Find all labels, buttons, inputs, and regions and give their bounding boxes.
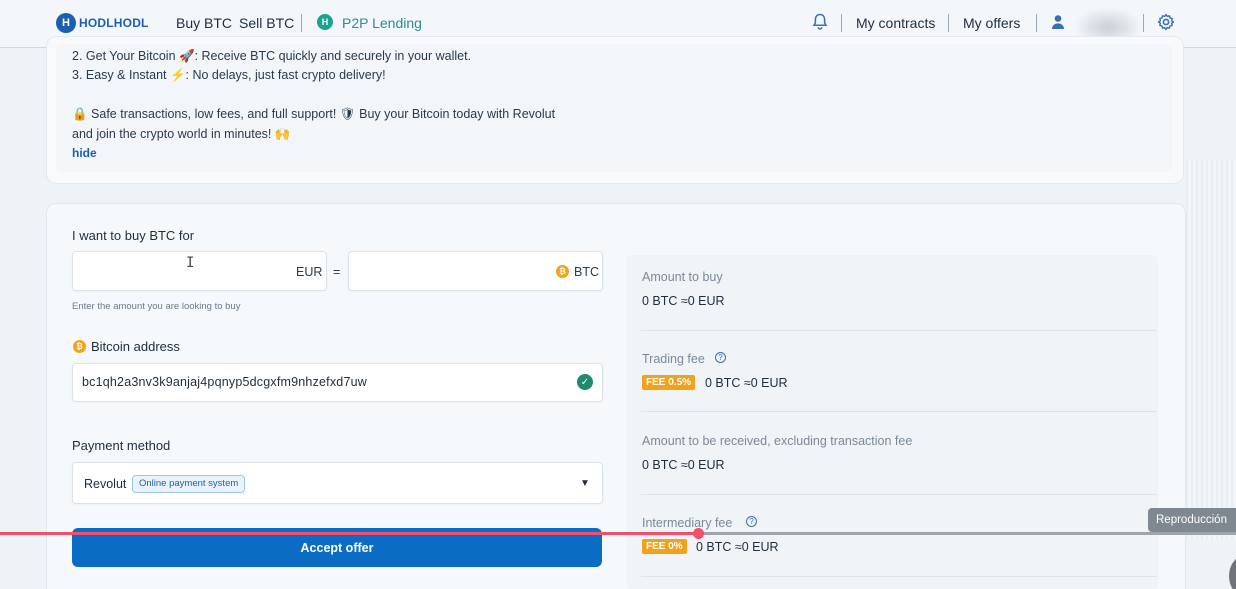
bell-icon[interactable] xyxy=(812,13,828,31)
bitcoin-icon: ₿ xyxy=(556,265,569,278)
video-control-button[interactable] xyxy=(1229,556,1236,589)
trading-fee-badge: FEE 0.5% xyxy=(642,375,696,390)
amount-received-title: Amount to be received, excluding transac… xyxy=(642,434,913,448)
my-offers-link[interactable]: My offers xyxy=(963,15,1020,31)
text-cursor-icon: I xyxy=(186,255,195,271)
nav-divider xyxy=(1036,14,1037,32)
nav-divider xyxy=(1143,14,1144,32)
user-icon[interactable] xyxy=(1051,14,1065,30)
check-icon: ✓ xyxy=(577,374,593,390)
payment-method-value: Revolut xyxy=(84,477,127,491)
summary-divider xyxy=(641,576,1157,577)
summary-divider xyxy=(641,494,1157,495)
summary-divider xyxy=(641,411,1157,412)
amount-received-value: 0 BTC ≈0 EUR xyxy=(642,458,725,472)
gear-icon[interactable] xyxy=(1157,13,1175,31)
logo-text: HODLHODL xyxy=(79,16,149,30)
video-scrubber-handle[interactable] xyxy=(693,528,704,539)
payment-method-label: Payment method xyxy=(72,438,171,453)
trading-fee-value: 0 BTC ≈0 EUR xyxy=(705,376,788,390)
bitcoin-address-value: bc1qh2a3nv3k9anjaj4pqnyp5dcgxfm9nhzefxd7… xyxy=(82,375,367,389)
fiat-amount-input[interactable] xyxy=(72,251,327,291)
bitcoin-address-label: Bitcoin address xyxy=(91,339,180,354)
fiat-currency-label: EUR xyxy=(296,265,323,279)
intermediary-fee-title: Intermediary fee xyxy=(642,516,733,530)
description-line: and join the crypto world in minutes! 🙌 xyxy=(72,127,291,141)
help-icon[interactable]: ? xyxy=(746,516,757,527)
my-contracts-link[interactable]: My contracts xyxy=(856,15,935,31)
summary-divider xyxy=(641,330,1157,331)
intermediary-fee-badge: FEE 0% xyxy=(642,539,687,554)
nav-divider xyxy=(841,14,842,32)
nav-p2p-lending[interactable]: P2P Lending xyxy=(342,15,422,31)
btc-currency-label: BTC xyxy=(574,265,599,279)
video-progress-played[interactable] xyxy=(0,532,698,535)
logo-mark-icon: H xyxy=(56,13,76,33)
chevron-down-icon[interactable]: ▼ xyxy=(580,478,590,489)
help-icon[interactable]: ? xyxy=(715,352,726,363)
video-progress-remaining[interactable] xyxy=(698,532,1236,535)
description-line: 🔒 Safe transactions, low fees, and full … xyxy=(72,107,556,121)
amount-to-buy-title: Amount to buy xyxy=(642,270,723,284)
equals-sign: = xyxy=(333,265,341,279)
trading-fee-title: Trading fee xyxy=(642,352,705,366)
buy-amount-label: I want to buy BTC for xyxy=(72,228,195,243)
bitcoin-icon: ₿ xyxy=(73,340,86,353)
lending-icon: H xyxy=(317,14,333,30)
hide-description-link[interactable]: hide xyxy=(72,146,97,160)
nav-divider xyxy=(301,14,302,32)
video-tooltip: Reproducción xyxy=(1148,508,1236,532)
nav-divider xyxy=(948,14,949,32)
nav-buy-btc[interactable]: Buy BTC xyxy=(176,15,232,31)
amount-to-buy-value: 0 BTC ≈0 EUR xyxy=(642,294,725,308)
background-texture xyxy=(1186,160,1236,540)
description-line: 3. Easy & Instant ⚡: No delays, just fas… xyxy=(72,68,386,82)
nav-sell-btc[interactable]: Sell BTC xyxy=(239,15,294,31)
description-line: 2. Get Your Bitcoin 🚀: Receive BTC quick… xyxy=(72,49,472,63)
intermediary-fee-value: 0 BTC ≈0 EUR xyxy=(696,540,779,554)
payment-type-tag: Online payment system xyxy=(132,475,246,493)
amount-hint: Enter the amount you are looking to buy xyxy=(72,301,241,312)
hodlhodl-logo[interactable]: H HODLHODL xyxy=(56,13,149,33)
